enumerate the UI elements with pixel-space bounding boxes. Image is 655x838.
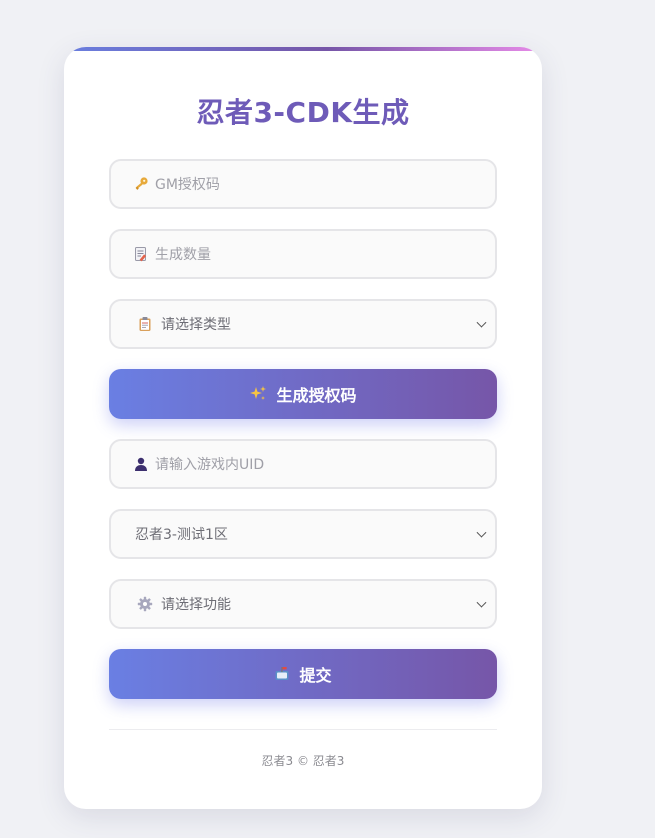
- type-select-value: 请选择类型: [161, 317, 231, 333]
- server-select-value: 忍者3-测试1区: [135, 527, 228, 543]
- clipboard-icon: [135, 316, 155, 332]
- memo-icon: [131, 246, 151, 262]
- chevron-down-icon: [476, 527, 487, 538]
- uid-input[interactable]: 请输入游戏内UID: [109, 439, 497, 489]
- sparkles-icon: [249, 385, 267, 403]
- quantity-input[interactable]: 生成数量: [109, 229, 497, 279]
- chevron-down-icon: [476, 597, 487, 608]
- footer-text: 忍者3 © 忍者3: [261, 754, 345, 768]
- gm-code-placeholder: GM授权码: [155, 177, 220, 193]
- generate-code-button[interactable]: 生成授权码: [109, 369, 497, 419]
- gm-code-input[interactable]: GM授权码: [109, 159, 497, 209]
- card-top-gradient-bar: [64, 47, 542, 51]
- function-select[interactable]: 请选择功能: [109, 579, 497, 629]
- uid-placeholder: 请输入游戏内UID: [155, 457, 265, 473]
- user-icon: [131, 456, 151, 472]
- type-select[interactable]: 请选择类型: [109, 299, 497, 349]
- cdk-card: 忍者3-CDK生成 GM授权码 生成数量 请选择类型 生成授权码 请输入游戏内U…: [64, 47, 542, 809]
- gear-icon: [135, 596, 155, 612]
- quantity-placeholder: 生成数量: [155, 247, 211, 263]
- function-select-value: 请选择功能: [161, 597, 231, 613]
- key-icon: [131, 176, 151, 192]
- page-title: 忍者3-CDK生成: [196, 96, 410, 129]
- submit-button-label: 提交: [299, 666, 332, 685]
- server-select[interactable]: 忍者3-测试1区: [109, 509, 497, 559]
- mailbox-icon: [274, 666, 290, 682]
- submit-button[interactable]: 提交: [109, 649, 497, 699]
- chevron-down-icon: [476, 317, 487, 328]
- generate-code-button-label: 生成授权码: [276, 386, 357, 405]
- footer-divider: [109, 729, 497, 730]
